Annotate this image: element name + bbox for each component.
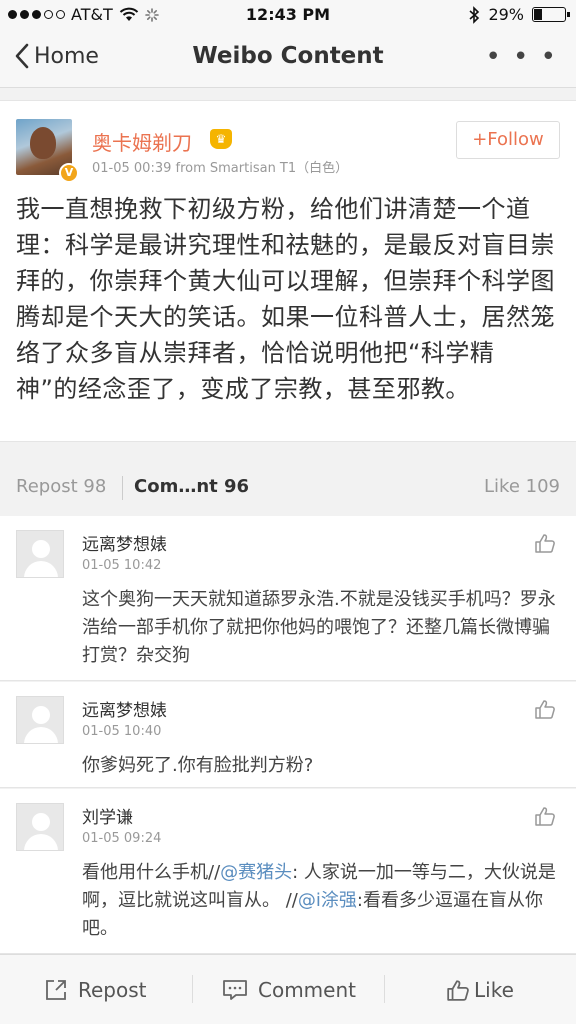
comment-item[interactable]: 远离梦想婊 01-05 10:40 你爹妈死了.你有脸批判方粉? <box>0 682 576 788</box>
like-label: Like <box>474 978 514 1002</box>
more-menu-icon[interactable]: • • • <box>485 42 558 72</box>
like-button[interactable]: Like <box>446 955 514 1024</box>
nav-bar: Home Weibo Content • • • <box>0 30 576 88</box>
comment-item[interactable]: 刘学谦 01-05 09:24 看他用什么手机//@赛猪头: 人家说一加一等与二… <box>0 789 576 954</box>
status-bar: AT&T 12:43 PM 29% <box>0 0 576 30</box>
post-meta: 01-05 00:39 from Smartisan T1（白色） <box>92 161 349 176</box>
repost-label: Repost <box>78 978 147 1002</box>
comment-label: Comment <box>258 978 356 1002</box>
thumbs-up-icon[interactable] <box>534 698 556 720</box>
commenter-name[interactable]: 刘学谦 <box>82 803 133 828</box>
weibo-post: V 奥卡姆剃刀 ♛ 01-05 00:39 from Smartisan T1（… <box>0 100 576 442</box>
comment-item[interactable]: 远离梦想婊 01-05 10:42 这个奥狗一天天就知道舔罗永浩.不就是没钱买手… <box>0 516 576 681</box>
back-button[interactable]: Home <box>14 42 99 70</box>
commenter-avatar[interactable] <box>16 803 64 851</box>
chevron-left-icon <box>15 43 29 69</box>
commenter-name[interactable]: 远离梦想婊 <box>82 696 167 721</box>
repost-icon <box>46 980 66 1000</box>
comment-text: 这个奥狗一天天就知道舔罗永浩.不就是没钱买手机吗？罗永浩给一部手机你了就把你他妈… <box>82 589 556 666</box>
follow-button[interactable]: +Follow <box>456 121 560 159</box>
comment-time: 01-05 10:42 <box>82 558 162 573</box>
thumbs-up-icon[interactable] <box>534 805 556 827</box>
toolbar-divider <box>192 975 193 1003</box>
tab-repost[interactable]: Repost 98 <box>16 476 106 497</box>
post-tabs: Repost 98 Com…nt 96 Like 109 <box>0 460 576 516</box>
battery-icon <box>532 7 570 22</box>
author-name[interactable]: 奥卡姆剃刀 <box>92 127 192 156</box>
comment-text: 你爹妈死了.你有脸批判方粉? <box>82 755 314 776</box>
toolbar-divider <box>384 975 385 1003</box>
bottom-toolbar: Repost Comment Like <box>0 954 576 1024</box>
comment-button[interactable]: Comment <box>222 955 356 1024</box>
comment-time: 01-05 10:40 <box>82 724 162 739</box>
tab-like[interactable]: Like 109 <box>484 476 560 497</box>
back-label: Home <box>34 43 99 69</box>
tab-divider <box>122 476 123 500</box>
vip-crown-icon[interactable]: ♛ <box>210 129 232 149</box>
commenter-name[interactable]: 远离梦想婊 <box>82 530 167 555</box>
post-text: 我一直想挽救下初级方粉，给他们讲清楚一个道理：科学是最讲究理性和祛魅的，是最反对… <box>16 195 555 403</box>
comment-text: 看他用什么手机//@赛猪头: 人家说一加一等与二，大伙说是啊，逗比就说这叫盲从。… <box>82 859 558 943</box>
bluetooth-icon <box>469 5 480 24</box>
commenter-avatar[interactable] <box>16 696 64 744</box>
mention-link[interactable]: @赛猪头 <box>220 862 292 883</box>
thumbs-up-icon <box>447 980 469 1001</box>
repost-button[interactable]: Repost <box>44 955 147 1024</box>
comment-text-part: 看他用什么手机// <box>82 862 221 883</box>
comment-time: 01-05 09:24 <box>82 831 162 846</box>
commenter-avatar[interactable] <box>16 530 64 578</box>
verified-badge-icon: V <box>59 163 79 183</box>
thumbs-up-icon[interactable] <box>534 532 556 554</box>
mention-link[interactable]: @i涂强 <box>298 890 357 911</box>
battery-fill <box>534 9 542 20</box>
status-right: 29% <box>468 5 570 24</box>
tab-comment[interactable]: Com…nt 96 <box>134 476 249 497</box>
battery-percent: 29% <box>488 5 524 24</box>
comment-icon <box>223 980 247 1000</box>
